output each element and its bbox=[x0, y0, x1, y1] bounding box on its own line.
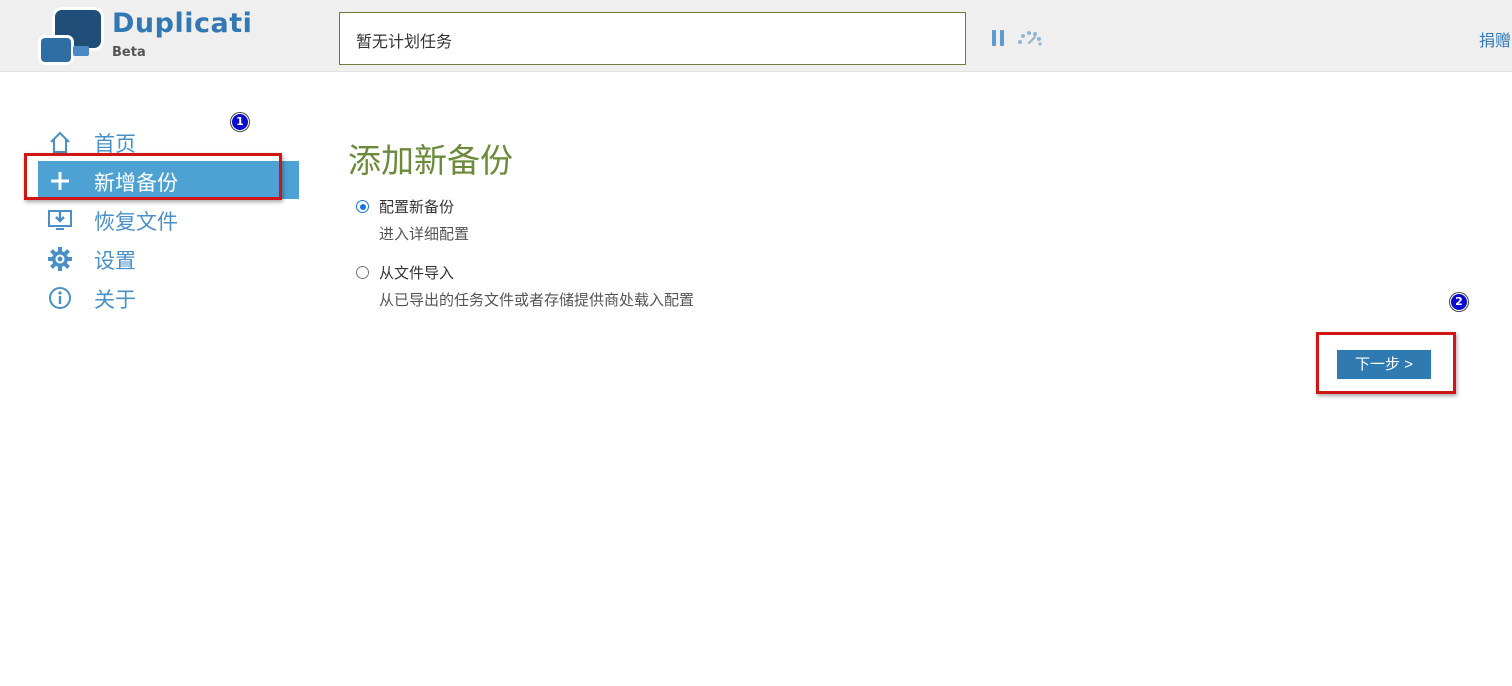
logo-square-tiny bbox=[73, 46, 89, 56]
sidebar-item-settings[interactable]: 设置 bbox=[38, 239, 299, 277]
option-label[interactable]: 配置新备份 bbox=[379, 196, 454, 217]
pause-bar-right bbox=[1000, 30, 1004, 46]
restore-icon bbox=[47, 207, 73, 233]
speedometer-icon[interactable] bbox=[1016, 29, 1044, 47]
app-subtitle: Beta bbox=[112, 45, 146, 60]
sidebar-item-label: 恢复文件 bbox=[94, 210, 178, 234]
sidebar-item-restore[interactable]: 恢复文件 bbox=[38, 200, 299, 238]
sidebar-item-about[interactable]: 关于 bbox=[38, 278, 299, 316]
page-title: 添加新备份 bbox=[348, 141, 513, 180]
status-text: 暂无计划任务 bbox=[356, 32, 453, 51]
option-label[interactable]: 从文件导入 bbox=[379, 262, 454, 283]
status-bar[interactable]: 暂无计划任务 bbox=[339, 12, 966, 65]
sidebar-item-label: 关于 bbox=[94, 288, 136, 312]
donate-link[interactable]: 捐赠 bbox=[1479, 27, 1511, 51]
duplicati-logo[interactable] bbox=[38, 8, 102, 66]
option-description: 从已导出的任务文件或者存储提供商处载入配置 bbox=[379, 291, 695, 309]
annotation-highlight-add-backup bbox=[24, 153, 282, 200]
sidebar-item-label: 设置 bbox=[94, 249, 136, 273]
annotation-badge: 1 bbox=[231, 113, 249, 131]
pause-bar-left bbox=[992, 30, 996, 46]
radio-configure-new[interactable] bbox=[356, 200, 369, 213]
gear-icon bbox=[47, 246, 73, 272]
pause-icon[interactable] bbox=[992, 30, 1006, 46]
home-icon bbox=[47, 129, 73, 155]
logo-square-small bbox=[41, 38, 71, 62]
info-icon bbox=[47, 285, 73, 311]
app-title[interactable]: Duplicati bbox=[112, 8, 252, 39]
option-description: 进入详细配置 bbox=[379, 225, 470, 243]
top-header: Duplicati Beta 暂无计划任务 捐赠 bbox=[0, 0, 1512, 72]
annotation-badge: 2 bbox=[1450, 293, 1468, 311]
next-button[interactable]: 下一步 > bbox=[1337, 350, 1431, 379]
radio-import-from-file[interactable] bbox=[356, 266, 369, 279]
